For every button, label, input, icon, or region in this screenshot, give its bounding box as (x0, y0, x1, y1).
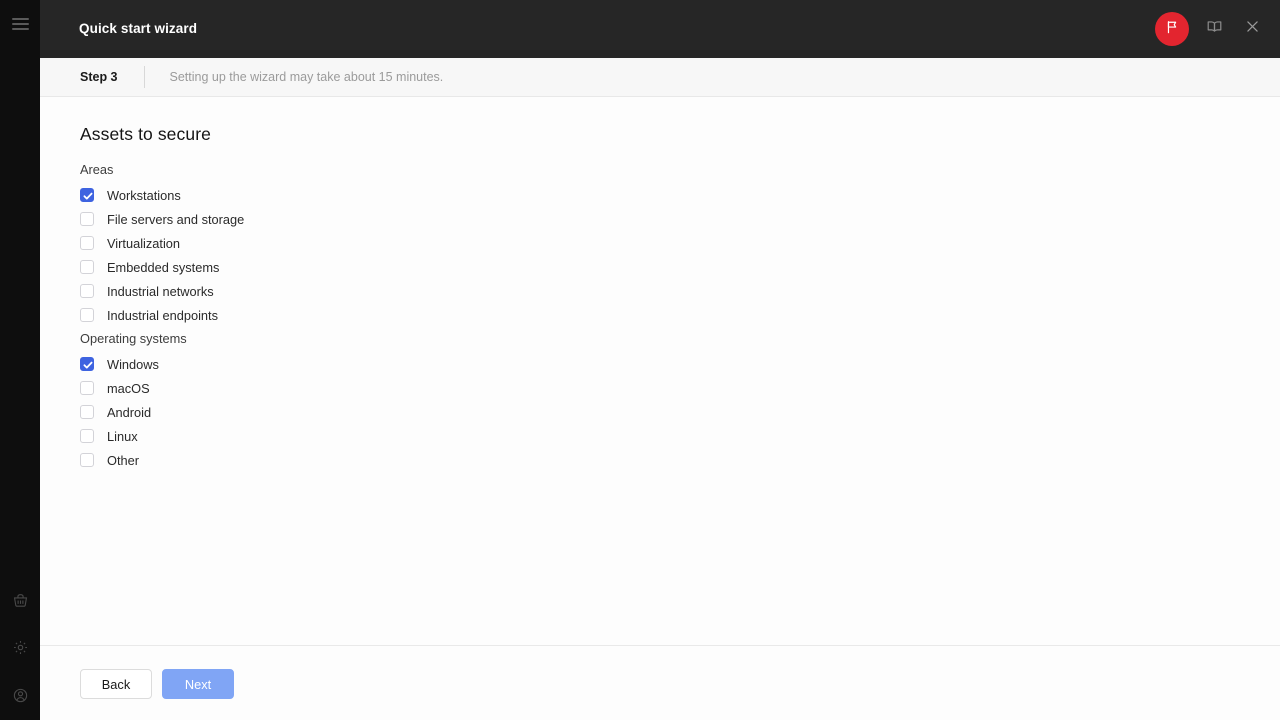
next-button[interactable]: Next (162, 669, 234, 699)
window-header: Quick start wizard (40, 0, 1280, 58)
checkbox-label: Virtualization (107, 235, 181, 251)
close-button[interactable] (1239, 16, 1265, 42)
group-label: Areas (80, 162, 114, 177)
checkbox-unchecked-icon[interactable] (80, 284, 94, 298)
checkbox-unchecked-icon[interactable] (80, 308, 94, 322)
checkbox-row[interactable]: Industrial networks (80, 279, 244, 303)
sidebar-item-settings[interactable] (0, 630, 40, 664)
gear-icon (12, 639, 29, 656)
checkbox-row[interactable]: Linux (80, 424, 187, 448)
checkbox-label: File servers and storage (107, 211, 245, 227)
checkbox-unchecked-icon[interactable] (80, 236, 94, 250)
checkbox-group-areas: Areas Workstations File servers and stora… (80, 162, 244, 327)
group-label: Operating systems (80, 331, 187, 346)
close-icon (1244, 18, 1261, 40)
checkbox-group-operating-systems: Operating systems Windows macOS Android Lin… (80, 331, 187, 472)
checkbox-row[interactable]: Android (80, 400, 187, 424)
back-button[interactable]: Back (80, 669, 152, 699)
options-list: Workstations File servers and storage Virt… (80, 183, 244, 327)
checkbox-row[interactable]: Virtualization (80, 231, 244, 255)
left-nav-rail (0, 0, 40, 720)
checkbox-unchecked-icon[interactable] (80, 453, 94, 467)
checkbox-checked-icon[interactable] (80, 357, 94, 371)
checkbox-unchecked-icon[interactable] (80, 405, 94, 419)
checkbox-label: Workstations (107, 187, 181, 203)
checkbox-unchecked-icon[interactable] (80, 260, 94, 274)
basket-icon (12, 592, 29, 609)
hamburger-line (12, 18, 29, 20)
wizard-content: Assets to secure Areas Workstations File … (40, 97, 1280, 645)
checkbox-label: Windows (107, 356, 159, 372)
wizard-footer: Back Next (40, 645, 1280, 720)
checkbox-checked-icon[interactable] (80, 188, 94, 202)
help-book-button[interactable] (1201, 16, 1227, 42)
sidebar-item-marketplace[interactable] (0, 583, 40, 617)
checkbox-row[interactable]: macOS (80, 376, 187, 400)
hamburger-line (12, 28, 29, 30)
checkbox-label: Linux (107, 428, 138, 444)
hamburger-icon[interactable] (12, 16, 29, 32)
user-icon (12, 687, 29, 704)
options-list: Windows macOS Android Linux Other (80, 352, 187, 472)
checkbox-row[interactable]: Other (80, 448, 187, 472)
checkbox-unchecked-icon[interactable] (80, 429, 94, 443)
checkbox-label: Embedded systems (107, 259, 220, 275)
checkbox-label: Other (107, 452, 140, 468)
step-number-label: Step 3 (80, 70, 118, 84)
checkbox-label: Industrial networks (107, 283, 214, 299)
checkbox-row[interactable]: File servers and storage (80, 207, 244, 231)
checkbox-row[interactable]: Industrial endpoints (80, 303, 244, 327)
hamburger-line (12, 23, 29, 25)
checkbox-label: Android (107, 404, 152, 420)
flag-icon (1164, 19, 1180, 40)
checkbox-row[interactable]: Embedded systems (80, 255, 244, 279)
checkbox-row[interactable]: Windows (80, 352, 187, 376)
page-title: Quick start wizard (79, 21, 198, 36)
checkbox-label: Industrial endpoints (107, 307, 218, 323)
wizard-window: Quick start wizard Step 3 Setting up the… (0, 0, 1280, 720)
checkbox-unchecked-icon[interactable] (80, 212, 94, 226)
book-icon (1206, 18, 1223, 40)
header-actions (1155, 0, 1265, 58)
step-bar: Step 3 Setting up the wizard may take ab… (40, 58, 1280, 97)
checkbox-label: macOS (107, 380, 150, 396)
footer-buttons: Back Next (80, 669, 234, 699)
sidebar-item-account[interactable] (0, 678, 40, 712)
flag-badge-button[interactable] (1155, 12, 1189, 46)
section-title: Assets to secure (80, 124, 211, 144)
checkbox-row[interactable]: Workstations (80, 183, 244, 207)
step-hint-text: Setting up the wizard may take about 15 … (169, 70, 444, 84)
step-divider (143, 66, 145, 88)
checkbox-unchecked-icon[interactable] (80, 381, 94, 395)
